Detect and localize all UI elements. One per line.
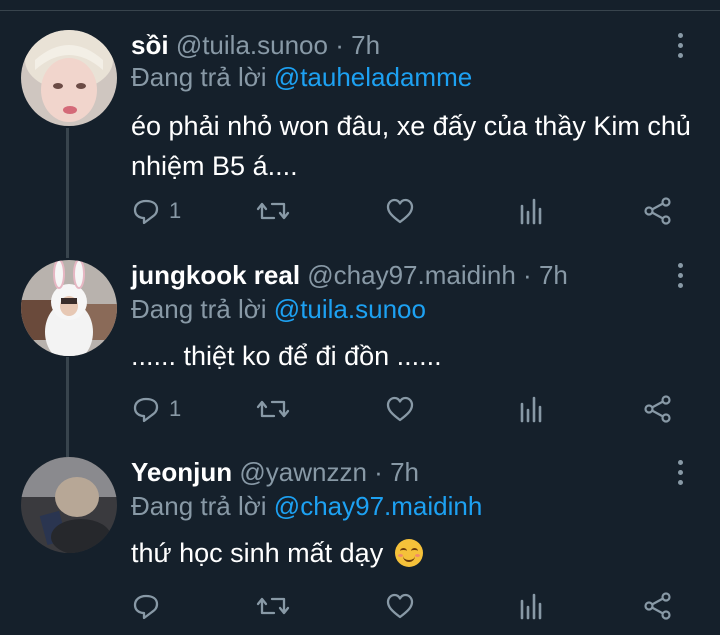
reply-count: 1 — [169, 198, 182, 223]
mention-link[interactable]: @chay97.maidinh — [274, 491, 483, 521]
mention-link[interactable]: @tuila.sunoo — [274, 294, 426, 324]
tweet-text-content: thứ học sinh mất dạy — [131, 538, 384, 568]
retweet-button[interactable] — [256, 196, 290, 226]
avatar[interactable] — [21, 457, 117, 553]
replying-to-label: Đang trả lời — [131, 491, 267, 521]
reply-icon — [133, 594, 159, 620]
share-icon — [644, 395, 671, 423]
retweet-icon — [256, 400, 290, 418]
like-icon — [386, 396, 414, 422]
smiling-face-emoji — [394, 539, 423, 567]
avatar[interactable] — [21, 260, 117, 356]
share-button[interactable] — [643, 196, 673, 226]
tweet-text: thứ học sinh mất dạy — [131, 533, 691, 573]
like-button[interactable] — [385, 394, 415, 424]
mention-link[interactable]: @tauheladamme — [274, 62, 472, 92]
reply-button[interactable]: 1 — [131, 196, 181, 226]
like-icon — [386, 593, 414, 619]
more-options-icon[interactable] — [668, 260, 692, 290]
reply-button[interactable] — [131, 591, 161, 621]
replying-to: Đang trả lời @tauheladamme — [131, 62, 472, 92]
retweet-button[interactable] — [256, 394, 290, 424]
tweet[interactable]: Yeonjun @yawnzzn · 7h Đang trả lời @chay… — [0, 457, 720, 627]
timestamp[interactable]: 7h — [539, 260, 568, 290]
more-options-icon[interactable] — [668, 457, 692, 487]
share-button[interactable] — [643, 591, 673, 621]
reply-icon — [133, 199, 159, 225]
share-icon — [644, 592, 671, 620]
share-icon — [644, 197, 671, 225]
analytics-icon — [520, 198, 542, 225]
tweet[interactable]: jungkook real @chay97.maidinh · 7h Đang … — [0, 260, 720, 430]
like-button[interactable] — [385, 196, 415, 226]
separator-dot: · — [523, 260, 532, 290]
display-name[interactable]: Yeonjun — [131, 457, 232, 487]
analytics-icon — [520, 396, 542, 423]
separator-dot: · — [335, 30, 344, 60]
retweet-icon — [256, 202, 290, 220]
replying-to-label: Đang trả lời — [131, 294, 267, 324]
like-button[interactable] — [385, 591, 415, 621]
replying-to: Đang trả lời @chay97.maidinh — [131, 491, 482, 521]
tweet-text: ...... thiệt ko để đi đồn ...... — [131, 341, 442, 371]
like-icon — [386, 198, 414, 224]
display-name[interactable]: jungkook real — [131, 260, 300, 290]
action-bar: 1 — [131, 196, 691, 226]
action-bar — [131, 591, 691, 621]
display-name[interactable]: sồi — [131, 30, 169, 60]
share-button[interactable] — [643, 394, 673, 424]
replying-to: Đang trả lời @tuila.sunoo — [131, 294, 426, 324]
timestamp[interactable]: 7h — [390, 457, 419, 487]
analytics-button[interactable] — [516, 591, 546, 621]
reply-icon — [133, 397, 159, 423]
reply-button[interactable]: 1 — [131, 394, 181, 424]
analytics-icon — [520, 593, 542, 620]
replying-to-label: Đang trả lời — [131, 62, 267, 92]
username[interactable]: @tuila.sunoo — [176, 30, 328, 60]
retweet-icon — [256, 597, 290, 615]
top-divider — [0, 0, 720, 11]
reply-count: 1 — [169, 396, 182, 421]
analytics-button[interactable] — [516, 394, 546, 424]
retweet-button[interactable] — [256, 591, 290, 621]
analytics-button[interactable] — [516, 196, 546, 226]
avatar[interactable] — [21, 30, 117, 126]
tweet-header: jungkook real @chay97.maidinh · 7h — [131, 260, 568, 290]
action-bar: 1 — [131, 394, 691, 424]
username[interactable]: @chay97.maidinh — [307, 260, 516, 290]
tweet-header: Yeonjun @yawnzzn · 7h — [131, 457, 419, 487]
separator-dot: · — [374, 457, 383, 487]
username[interactable]: @yawnzzn — [239, 457, 367, 487]
timestamp[interactable]: 7h — [351, 30, 380, 60]
tweet-text: éo phải nhỏ won đâu, xe đấy của thầy Kim… — [131, 111, 691, 181]
more-options-icon[interactable] — [668, 30, 692, 60]
tweet-header: sồi @tuila.sunoo · 7h — [131, 30, 380, 60]
tweet[interactable]: sồi @tuila.sunoo · 7h Đang trả lời @tauh… — [0, 30, 720, 230]
